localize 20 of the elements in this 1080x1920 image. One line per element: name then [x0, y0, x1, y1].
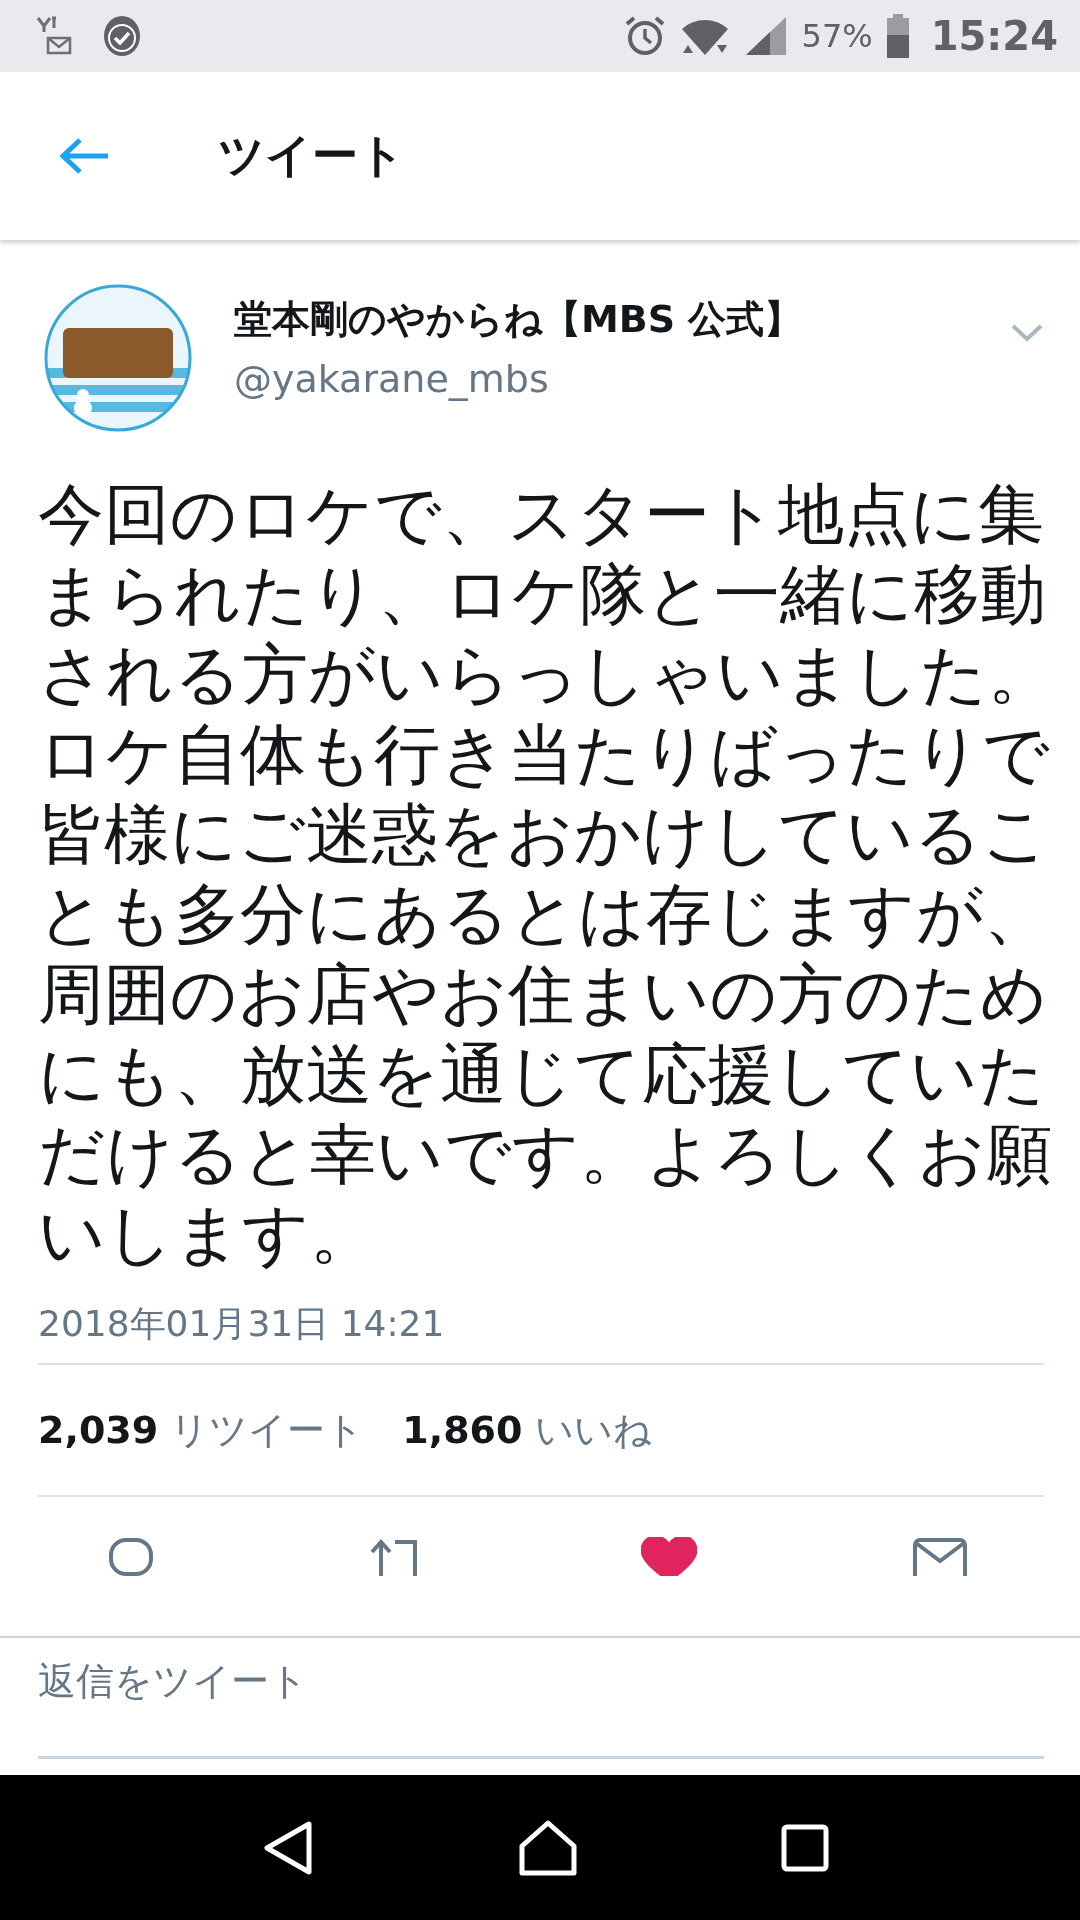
check-circle-icon [102, 14, 142, 58]
heart-icon[interactable] [640, 1537, 697, 1576]
alarm-icon [623, 15, 666, 57]
battery-icon [886, 14, 909, 58]
reply-field[interactable]: 返信をツイート [38, 1622, 1044, 1759]
back-arrow-icon[interactable] [58, 136, 110, 176]
tweet-timestamp: 2018年01月31日 14:21 [38, 1302, 446, 1346]
user-handle[interactable]: @yakarane_mbs [234, 349, 1010, 409]
recents-icon[interactable] [780, 1823, 829, 1872]
stat-count[interactable]: 1,860 いいね [402, 1404, 652, 1456]
mail-icon[interactable] [912, 1537, 968, 1576]
stat-count[interactable]: 2,039 リツイート [38, 1404, 365, 1456]
reply-icon[interactable] [108, 1537, 154, 1576]
display-name[interactable]: 堂本剛のやからね【MBS 公式】 [234, 289, 1010, 349]
clock-time: 15:24 [930, 13, 1058, 59]
page-title: ツイート [218, 127, 405, 184]
home-icon[interactable] [518, 1819, 578, 1876]
battery-level: 57% [801, 17, 873, 55]
tweet-text: 今回のロケで、スタート地点に集まられたり、ロケ隊と一緒に移動される方がいらっしゃいました。ロケ自体も行き当たりばったりで皆様にご迷惑をおかけしていることも多分にあるとは存じますが、周囲のお店やお住まいの方のためにも、放送を通じて応援していただけると幸いです。よろしくお願いします。 [38, 475, 1055, 1275]
avatar[interactable] [43, 283, 193, 433]
